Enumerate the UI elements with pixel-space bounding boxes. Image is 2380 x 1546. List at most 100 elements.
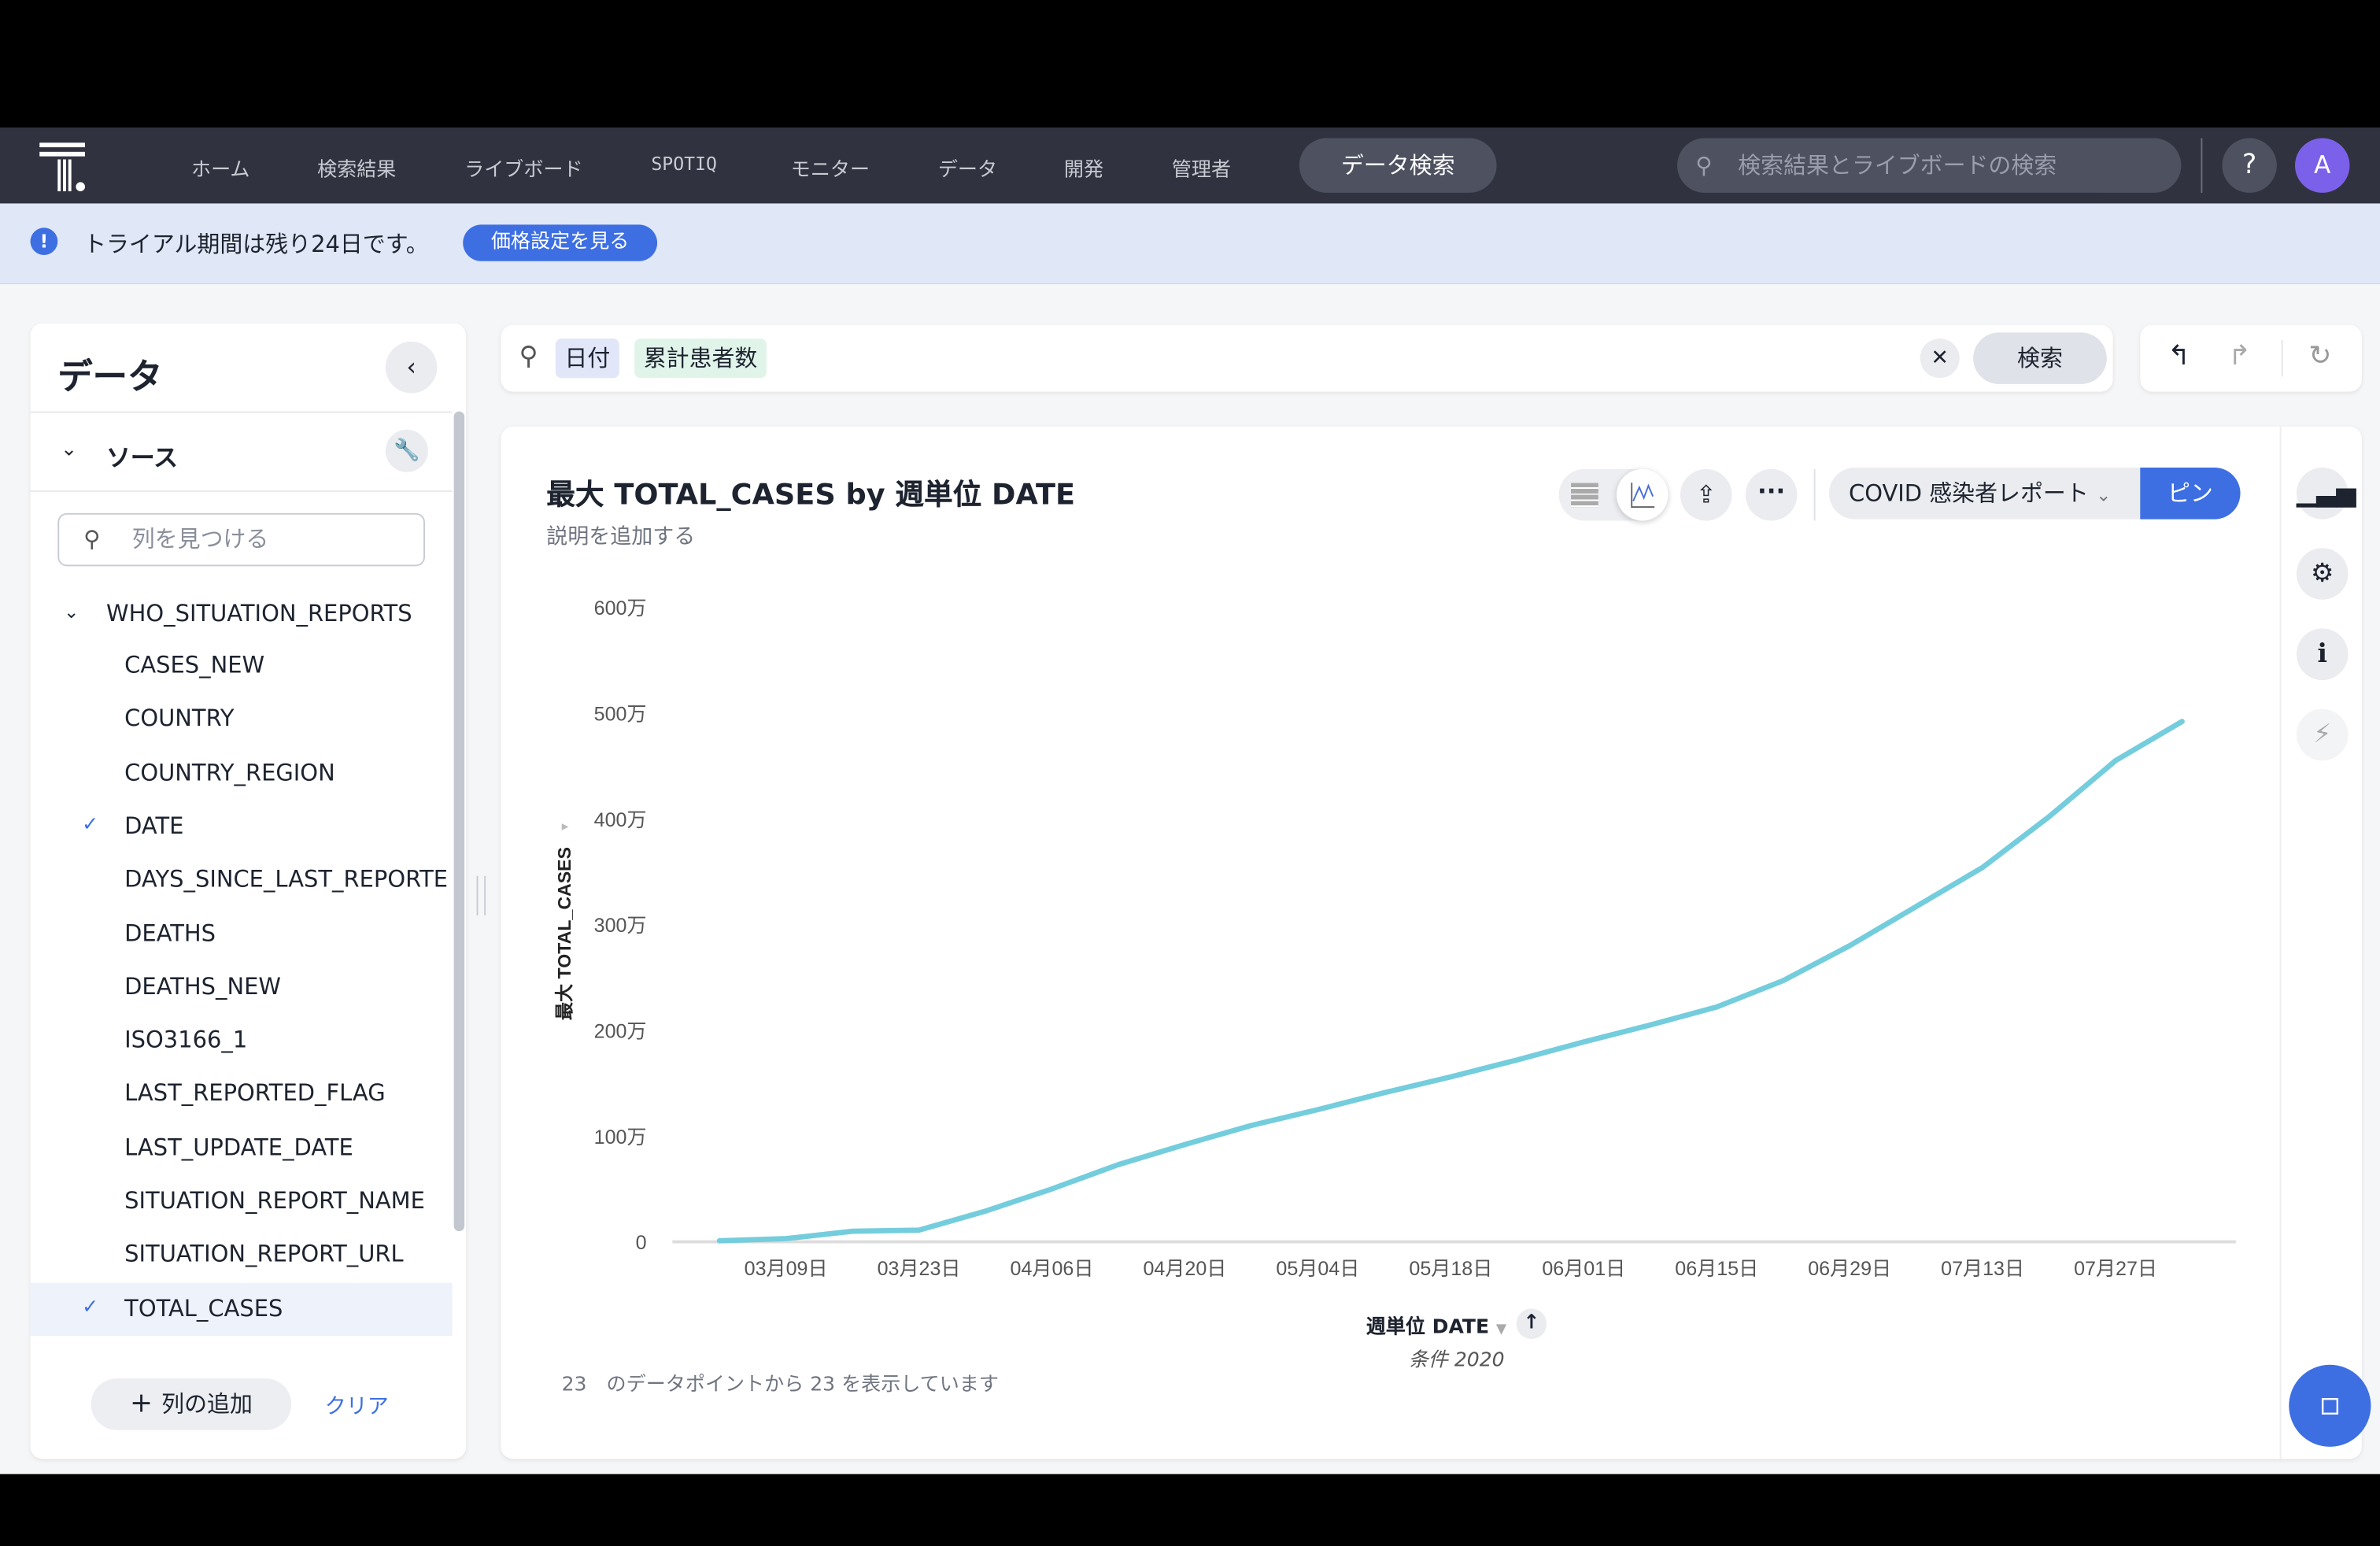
- add-column-button[interactable]: + 列の追加: [91, 1378, 292, 1430]
- chevron-down-icon[interactable]: ⌄: [61, 438, 77, 461]
- sort-ascending-icon[interactable]: ↑: [1516, 1308, 1547, 1339]
- divider: [2279, 426, 2282, 1459]
- wrench-icon[interactable]: 🔧: [385, 429, 428, 472]
- nav-answers[interactable]: 検索結果: [317, 153, 396, 182]
- find-column-input[interactable]: ⚲ 列を見つける: [57, 512, 425, 567]
- nav-spotiq[interactable]: SPOTIQ: [651, 153, 717, 175]
- search-token-date[interactable]: 日付: [555, 338, 619, 379]
- data-point: [1049, 1186, 1055, 1192]
- x-axis-title[interactable]: 週単位 DATE ▼: [1366, 1310, 1507, 1339]
- divider: [2281, 339, 2283, 377]
- redo-icon[interactable]: ↱: [2228, 340, 2251, 372]
- liveboard-select[interactable]: COVID 感染者レポート ⌄: [1828, 467, 2141, 520]
- share-icon[interactable]: ⇪: [1680, 468, 1732, 521]
- column-item[interactable]: DEATHS_NEW: [124, 973, 281, 1000]
- data-point: [1514, 1057, 1520, 1063]
- resize-handle[interactable]: [476, 875, 486, 915]
- y-tick-label: 500万: [594, 703, 647, 725]
- x-axis-filter[interactable]: 条件 2020: [1409, 1344, 1505, 1372]
- column-item[interactable]: LAST_UPDATE_DATE: [124, 1134, 353, 1161]
- column-item[interactable]: TOTAL_CASES: [124, 1294, 283, 1322]
- data-point: [1780, 978, 1786, 983]
- chart-view-button[interactable]: [1616, 468, 1669, 521]
- chat-button[interactable]: ▫: [2289, 1364, 2371, 1447]
- nav-home[interactable]: ホーム: [191, 153, 249, 182]
- x-axis-title-text: 週単位 DATE: [1366, 1316, 1490, 1339]
- divider: [2201, 138, 2203, 193]
- data-point: [1381, 1090, 1387, 1096]
- search-placeholder: 検索結果とライブボードの検索: [1738, 151, 2057, 179]
- table-icon[interactable]: [1571, 483, 1598, 508]
- data-point: [983, 1208, 988, 1214]
- column-item[interactable]: DATE: [124, 812, 183, 840]
- more-options-icon[interactable]: ···: [1745, 468, 1798, 521]
- chart-type-icon[interactable]: ▁▃▅: [2296, 467, 2356, 520]
- data-point: [1847, 943, 1853, 949]
- clear-search-icon[interactable]: ✕: [1920, 338, 1960, 379]
- search-bar[interactable]: ⚲ 日付 累計患者数 ✕ 検索: [501, 324, 2113, 392]
- thoughtspot-logo[interactable]: [39, 141, 91, 193]
- data-point: [1714, 1004, 1720, 1010]
- column-item[interactable]: ISO3166_1: [124, 1026, 247, 1054]
- data-point: [1448, 1074, 1454, 1079]
- nav-data[interactable]: データ: [938, 153, 997, 182]
- y-tick-label: 400万: [594, 809, 647, 831]
- data-point: [2046, 814, 2052, 819]
- nav-develop[interactable]: 開発: [1064, 153, 1103, 182]
- table-name[interactable]: WHO_SITUATION_REPORTS: [106, 600, 412, 627]
- search-icon: ⚲: [519, 341, 538, 372]
- x-tick-label: 05月04日: [1276, 1258, 1359, 1280]
- check-icon: ✓: [82, 813, 99, 837]
- data-search-button[interactable]: データ検索: [1299, 138, 1497, 193]
- scrollbar[interactable]: [453, 411, 465, 1232]
- chevron-down-icon[interactable]: ⌄: [64, 601, 79, 623]
- add-column-label: 列の追加: [161, 1390, 253, 1418]
- data-point: [2113, 758, 2118, 764]
- data-point-count: 23 のデータポイントから 23 を表示しています: [561, 1374, 999, 1397]
- nav-admin[interactable]: 管理者: [1172, 153, 1231, 182]
- pin-button[interactable]: ピン: [2140, 467, 2241, 520]
- line-chart[interactable]: 0 100万 200万 300万 400万 500万 600万 03月09日 03月23日 04月…: [501, 427, 2361, 1459]
- view-pricing-button[interactable]: 価格設定を見る: [463, 224, 658, 261]
- help-button[interactable]: ?: [2222, 138, 2277, 193]
- column-item[interactable]: COUNTRY: [124, 705, 234, 732]
- nav-monitor[interactable]: モニター: [791, 153, 870, 182]
- plus-icon: +: [130, 1387, 162, 1420]
- data-point: [1913, 904, 1919, 909]
- y-tick-label: 600万: [594, 597, 647, 620]
- add-description[interactable]: 説明を追加する: [546, 520, 695, 551]
- gear-icon[interactable]: ⚙: [2296, 548, 2349, 600]
- series-line: [716, 719, 2185, 1244]
- nav-liveboards[interactable]: ライブボード: [464, 153, 582, 182]
- data-point: [850, 1229, 855, 1234]
- avatar[interactable]: A: [2294, 138, 2350, 193]
- reset-icon[interactable]: ↻: [2308, 340, 2331, 372]
- collapse-panel-button[interactable]: ‹: [385, 341, 438, 394]
- check-icon: ✓: [82, 1296, 99, 1319]
- column-item[interactable]: SITUATION_REPORT_URL: [124, 1241, 403, 1268]
- data-point: [1116, 1162, 1121, 1167]
- column-item[interactable]: DAYS_SINCE_LAST_REPORTE: [124, 866, 448, 893]
- column-item[interactable]: SITUATION_REPORT_NAME: [124, 1187, 425, 1215]
- column-item[interactable]: LAST_REPORTED_FLAG: [124, 1080, 385, 1108]
- x-tick-label: 05月18日: [1409, 1258, 1492, 1280]
- caret-down-icon: ▼: [1495, 1322, 1507, 1338]
- chart-title[interactable]: 最大 TOTAL_CASES by 週単位 DATE: [546, 472, 1075, 513]
- column-item[interactable]: DEATHS: [124, 919, 216, 947]
- panel-title: データ: [57, 358, 163, 398]
- trial-banner: ! トライアル期間は残り24日です。 価格設定を見る: [0, 203, 2380, 284]
- search-token-total-cases[interactable]: 累計患者数: [634, 338, 767, 379]
- column-item[interactable]: COUNTRY_REGION: [124, 759, 335, 786]
- chat-icon: ▫: [2318, 1385, 2341, 1424]
- lightning-icon[interactable]: ⚡: [2296, 708, 2349, 761]
- info-icon[interactable]: i: [2296, 628, 2349, 680]
- undo-icon[interactable]: ↰: [2168, 340, 2190, 372]
- y-tick-label: 100万: [594, 1126, 647, 1148]
- history-controls: ↰ ↱ ↻: [2140, 324, 2362, 392]
- column-item[interactable]: CASES_NEW: [124, 651, 264, 679]
- x-tick-label: 04月20日: [1143, 1258, 1226, 1280]
- clear-button[interactable]: クリア: [325, 1391, 389, 1422]
- search-button[interactable]: 検索: [1973, 332, 2107, 384]
- global-search-input[interactable]: ⚲ 検索結果とライブボードの検索: [1677, 138, 2182, 193]
- sources-header[interactable]: ソース: [106, 437, 178, 473]
